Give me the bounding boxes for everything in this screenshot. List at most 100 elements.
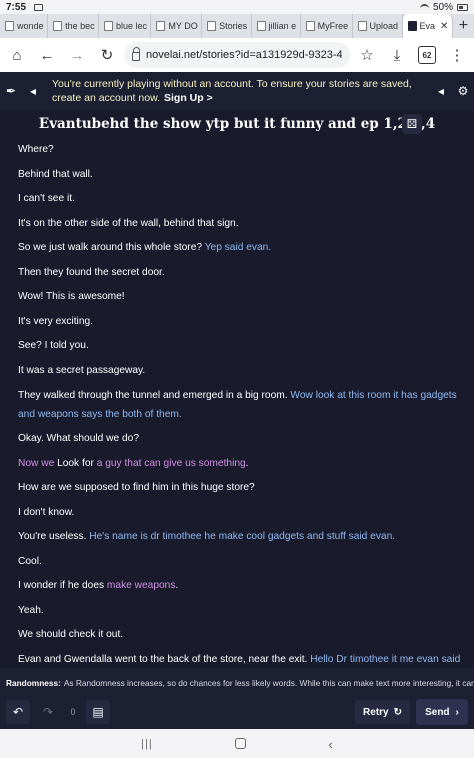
page-icon — [305, 21, 315, 31]
stories-menu-button[interactable]: ◂ — [22, 84, 44, 98]
ai-text: . — [175, 580, 179, 591]
ai-text: Then they found the secret door. — [18, 266, 165, 278]
novelai-logo-button[interactable]: ✒ — [0, 84, 22, 98]
close-tab-icon[interactable]: ✕ — [440, 21, 448, 32]
story-paragraph[interactable]: I wonder if he does make weapons. — [18, 574, 462, 599]
novelai-favicon-icon — [407, 21, 417, 31]
page-icon — [5, 21, 14, 31]
story-paragraph[interactable]: Cool. — [18, 550, 462, 575]
tab-switcher-button[interactable]: 62 — [414, 42, 440, 68]
home-icon: ⌂ — [12, 46, 22, 64]
sign-up-link[interactable]: Sign Up > — [164, 92, 213, 104]
story-paragraph[interactable]: It's very exciting. — [18, 310, 462, 335]
redo-button[interactable]: ↷ — [36, 700, 60, 724]
reload-button[interactable]: ↻ — [94, 42, 120, 68]
tip-label: Randomness: — [6, 678, 61, 688]
tab-jillian[interactable]: jillian e — [252, 14, 301, 38]
send-button[interactable]: Send › — [416, 699, 468, 725]
tab-label: MyFree — [317, 21, 349, 31]
story-paragraph[interactable]: Now we Look for a guy that can give us s… — [18, 452, 462, 477]
status-time: 7:55 — [6, 1, 27, 13]
lock-icon — [132, 47, 140, 61]
story-paragraph[interactable]: It was a secret passageway. — [18, 359, 462, 384]
page-icon — [104, 21, 113, 31]
undo-icon: ↶ — [12, 705, 24, 719]
tab-myfree[interactable]: MyFree — [301, 14, 353, 38]
page-icon — [357, 21, 367, 31]
new-tab-button[interactable]: + — [453, 14, 474, 38]
ai-text: See? I told you. — [18, 340, 89, 351]
dice-icon: ⚄ — [406, 117, 418, 131]
story-paragraph[interactable]: Wow! This is awesome! — [18, 285, 462, 310]
story-paragraph[interactable]: Where? — [18, 138, 462, 163]
tab-novelai-active[interactable]: Eva ✕ — [402, 14, 453, 38]
story-paragraph[interactable]: So we just walk around this whole store?… — [18, 236, 462, 261]
story-paragraph[interactable]: You're useless. He's name is dr timothee… — [18, 525, 462, 550]
story-paragraph[interactable]: How are we supposed to find him in this … — [18, 476, 462, 501]
back-nav-icon[interactable]: ‹ — [328, 736, 333, 752]
story-paragraph[interactable]: I can't see it. — [18, 187, 462, 212]
story-editor[interactable]: Evantubehd the show ytp but it funny and… — [0, 110, 474, 668]
user-text: says the both of them. — [78, 409, 182, 420]
random-story-button[interactable]: ⚄ — [402, 114, 422, 134]
battery-percent: 50% — [432, 1, 453, 13]
tab-stories[interactable]: Stories — [202, 14, 252, 38]
menu-button[interactable]: ⋮ — [444, 42, 470, 68]
story-paragraph[interactable]: They walked through the tunnel and emerg… — [18, 383, 462, 427]
tab-wonde[interactable]: wonde — [0, 14, 49, 38]
ai-text: Behind that wall. — [18, 168, 93, 180]
story-paragraph[interactable]: We should check it out. — [18, 623, 462, 648]
arrow-left-icon: ← — [39, 46, 55, 64]
ai-text: We should check it out. — [18, 629, 124, 640]
retry-button[interactable]: Retry ↻ — [355, 700, 410, 724]
story-paragraph[interactable]: It's on the other side of the wall, behi… — [18, 212, 462, 237]
star-icon: ☆ — [360, 47, 374, 64]
history-button[interactable]: ▤ — [86, 700, 110, 724]
story-paragraph[interactable]: I don't know. — [18, 501, 462, 526]
recents-icon[interactable]: ||| — [141, 738, 153, 750]
story-paragraph[interactable]: Yeah. — [18, 599, 462, 624]
tab-my-do[interactable]: MY DO — [151, 14, 203, 38]
download-button[interactable]: ⤓ — [384, 42, 410, 68]
gear-icon: ⚙ — [457, 84, 469, 98]
ai-text: Okay. What should we do? — [18, 433, 139, 444]
bookmark-button[interactable]: ☆ — [354, 42, 380, 68]
ai-text: Cool. — [18, 555, 42, 567]
arrow-right-icon: → — [69, 46, 85, 64]
chevron-left-icon: ◂ — [437, 84, 445, 98]
story-paragraph[interactable]: See? I told you. — [18, 334, 462, 359]
story-paragraph[interactable]: Okay. What should we do? — [18, 427, 462, 452]
address-bar[interactable]: novelai.net/stories?id=a131929d-9323-44f… — [124, 42, 350, 68]
ai-text: Wow! This is awesome! — [18, 291, 125, 302]
undo-button[interactable]: ↶ — [6, 700, 30, 724]
download-icon: ⤓ — [393, 46, 401, 64]
page-icon — [53, 21, 63, 31]
page-icon — [256, 21, 266, 31]
system-nav-bar: ||| ‹ — [0, 729, 474, 758]
forward-button[interactable]: → — [64, 42, 90, 68]
home-button[interactable]: ⌂ — [4, 42, 30, 68]
browser-toolbar: ⌂ ← → ↻ novelai.net/stories?id=a131929d-… — [0, 38, 474, 72]
send-icon: › — [455, 706, 459, 718]
notification-icon — [34, 3, 44, 11]
tab-label: Stories — [219, 21, 248, 31]
back-button[interactable]: ← — [34, 42, 60, 68]
send-label: Send — [425, 706, 450, 718]
ai-text: It was a secret passageway. — [18, 364, 146, 376]
tab-label: the bec — [65, 21, 95, 31]
tab-blue-lec[interactable]: blue lec — [99, 14, 152, 38]
story-paragraph[interactable]: Then they found the secret door. — [18, 261, 462, 286]
page-icon — [156, 21, 166, 31]
tip-text: As Randomness increases, so do chances f… — [63, 678, 474, 688]
user-text: Yep said evan. — [204, 242, 272, 253]
settings-button[interactable]: ⚙ — [452, 84, 474, 98]
tab-upload[interactable]: Upload — [353, 14, 403, 38]
home-nav-icon[interactable] — [234, 738, 246, 749]
story-text[interactable]: Where? Behind that wall. I can't see it. It… — [0, 138, 474, 668]
wifi-icon — [419, 3, 429, 11]
story-paragraph[interactable]: Evan and Gwendalla went to the back of t… — [18, 648, 462, 669]
options-toggle-button[interactable]: ◂ — [430, 84, 452, 98]
tab-the-bec[interactable]: the bec — [48, 14, 99, 38]
story-paragraph[interactable]: Behind that wall. — [18, 163, 462, 188]
tab-strip: wonde the bec blue lec MY DO Stories jil… — [0, 14, 474, 38]
